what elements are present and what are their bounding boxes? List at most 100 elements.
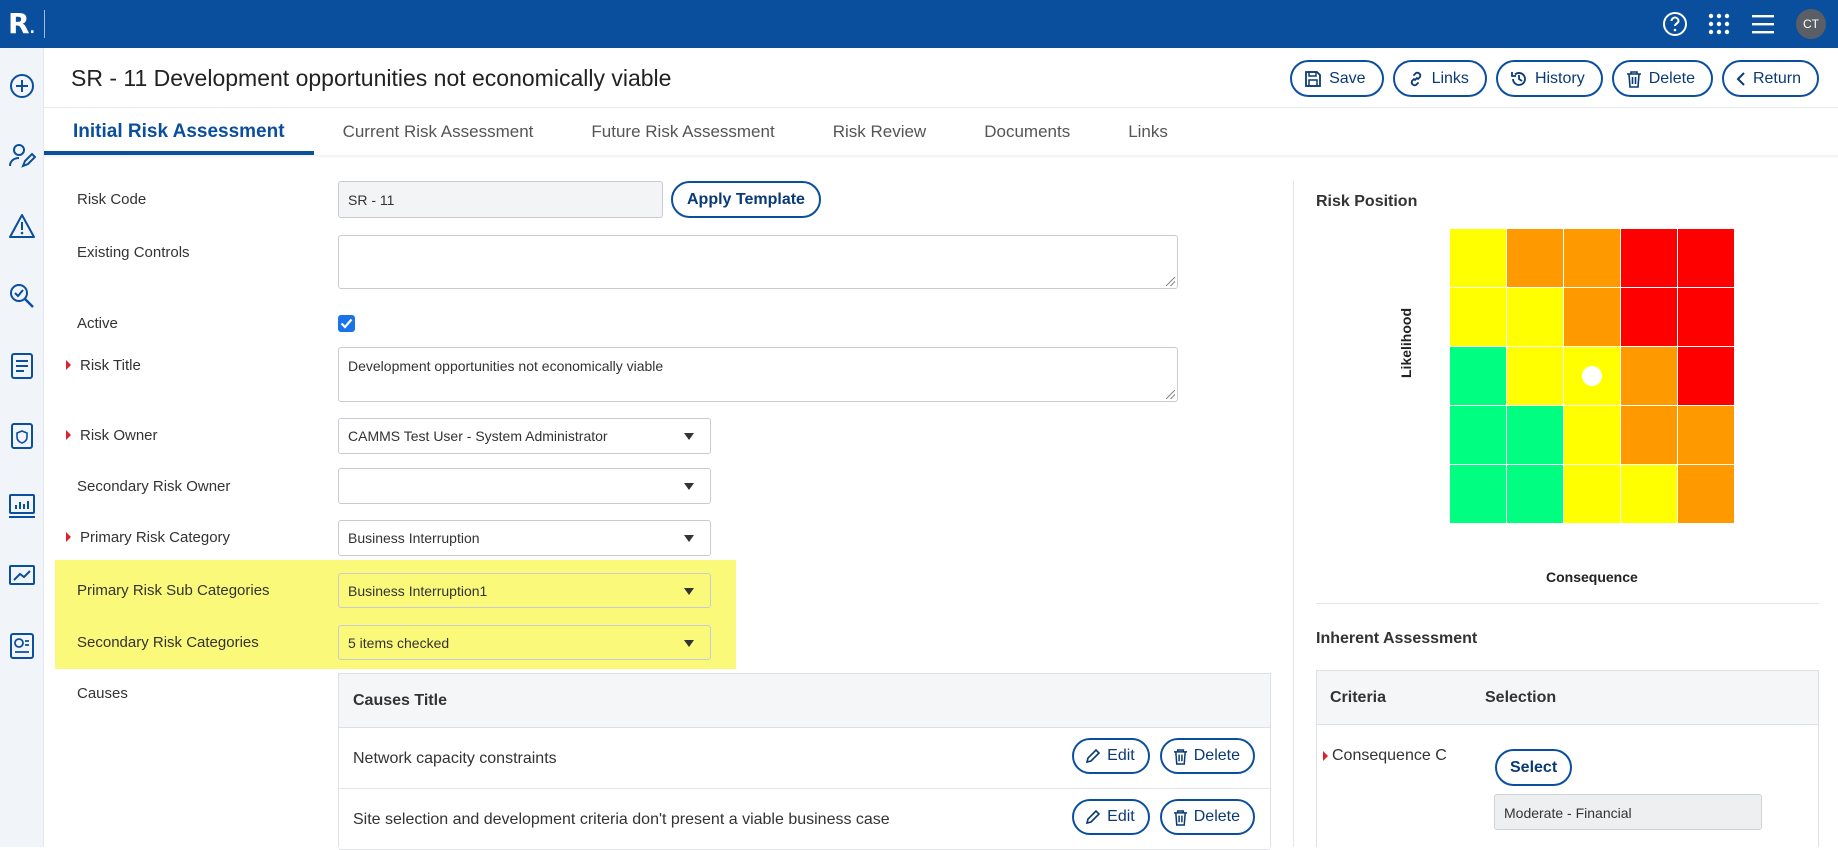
risk-title-textarea[interactable]: Development opportunities not economical…	[338, 347, 1178, 402]
edit-button[interactable]: Edit	[1072, 799, 1150, 835]
table-row: Network capacity constraints Edit Delete	[339, 728, 1270, 789]
primary-risk-category-label: Primary Risk Category	[80, 529, 231, 546]
risk-code-field[interactable]: SR - 11	[338, 181, 663, 218]
return-button[interactable]: Return	[1721, 60, 1819, 97]
causes-table-header: Causes Title	[339, 674, 1270, 728]
delete-button[interactable]: Delete	[1611, 60, 1713, 97]
matrix-cell	[1450, 288, 1506, 346]
save-icon	[1305, 70, 1322, 87]
help-icon[interactable]	[1660, 9, 1690, 39]
primary-risk-sub-categories-label: Primary Risk Sub Categories	[77, 582, 270, 599]
criteria-column-header: Criteria	[1330, 689, 1387, 706]
selected-consequence-value: Moderate - Financial	[1494, 794, 1762, 830]
resize-grip[interactable]	[1166, 390, 1175, 399]
matrix-cell	[1564, 288, 1620, 346]
caret-down-icon	[684, 433, 694, 440]
risk-title-label: Risk Title	[80, 357, 141, 374]
links-button[interactable]: Links	[1392, 60, 1487, 97]
matrix-cell	[1564, 229, 1620, 287]
report-icon[interactable]	[6, 630, 38, 662]
matrix-cell	[1678, 465, 1734, 523]
dashboard-chart-icon[interactable]	[6, 490, 38, 522]
secondary-risk-categories-select[interactable]: 5 items checked	[338, 625, 711, 660]
apps-grid-icon[interactable]	[1704, 9, 1734, 39]
resize-grip[interactable]	[1166, 277, 1175, 286]
caret-down-icon	[684, 639, 694, 647]
left-nav-rail	[0, 48, 44, 847]
tab-current-risk-assessment[interactable]: Current Risk Assessment	[314, 110, 563, 154]
risk-owner-select[interactable]: CAMMS Test User - System Administrator	[338, 418, 711, 454]
tab-documents[interactable]: Documents	[955, 110, 1099, 154]
selection-column-header: Selection	[1485, 689, 1557, 706]
trash-icon	[1173, 748, 1187, 765]
panel-divider	[1293, 181, 1294, 847]
add-circle-icon[interactable]	[6, 70, 38, 102]
tab-future-risk-assessment[interactable]: Future Risk Assessment	[562, 110, 803, 154]
row-delete-button[interactable]: Delete	[1159, 799, 1255, 835]
save-button[interactable]: Save	[1290, 60, 1384, 97]
app-logo[interactable]: R.	[8, 7, 35, 46]
required-marker	[66, 532, 71, 542]
user-edit-icon[interactable]	[6, 140, 38, 172]
consequence-axis-label: Consequence	[1546, 569, 1638, 585]
document-icon[interactable]	[6, 350, 38, 382]
risk-owner-label: Risk Owner	[80, 427, 158, 444]
caret-down-icon	[684, 483, 694, 490]
causes-table: Causes Title Network capacity constraint…	[338, 673, 1271, 850]
search-check-icon[interactable]	[6, 280, 38, 312]
trend-icon[interactable]	[6, 560, 38, 592]
matrix-cell	[1678, 288, 1734, 346]
inherent-assessment-title: Inherent Assessment	[1316, 630, 1478, 647]
chevron-left-icon	[1736, 71, 1745, 86]
page-title: SR - 11 Development opportunities not ec…	[71, 65, 672, 91]
edit-button[interactable]: Edit	[1072, 738, 1150, 774]
history-icon	[1511, 71, 1526, 86]
row-delete-button[interactable]: Delete	[1159, 738, 1255, 774]
risk-position-marker	[1582, 366, 1602, 386]
tab-risk-review[interactable]: Risk Review	[804, 110, 956, 154]
required-marker	[66, 430, 71, 440]
primary-risk-category-select[interactable]: Business Interruption	[338, 520, 711, 556]
matrix-cell	[1621, 229, 1677, 287]
caret-down-icon	[684, 535, 694, 542]
criteria-table-header: Criteria Selection	[1317, 671, 1818, 725]
active-checkbox[interactable]	[338, 315, 355, 332]
existing-controls-textarea[interactable]	[338, 235, 1178, 289]
matrix-cell	[1678, 347, 1734, 405]
matrix-cell	[1621, 406, 1677, 464]
risk-code-label: Risk Code	[77, 191, 147, 208]
user-avatar[interactable]: CT	[1796, 9, 1826, 39]
caret-down-icon	[684, 587, 694, 595]
warning-icon[interactable]	[6, 210, 38, 242]
apply-template-button[interactable]: Apply Template	[671, 181, 821, 218]
matrix-cell	[1507, 465, 1563, 523]
tabs-divider	[44, 107, 1838, 108]
pencil-icon	[1086, 809, 1101, 825]
tabs-shadow	[44, 155, 1838, 159]
secondary-risk-owner-select[interactable]	[338, 468, 711, 504]
secondary-risk-categories-label: Secondary Risk Categories	[77, 634, 259, 651]
matrix-cell	[1564, 406, 1620, 464]
matrix-cell	[1450, 406, 1506, 464]
matrix-cell	[1507, 406, 1563, 464]
primary-risk-sub-categories-select[interactable]: Business Interruption1	[338, 573, 711, 608]
check-icon	[340, 318, 353, 329]
tab-initial-risk-assessment[interactable]: Initial Risk Assessment	[44, 110, 314, 155]
risk-matrix	[1450, 229, 1737, 528]
matrix-cell	[1450, 347, 1506, 405]
matrix-cell	[1450, 229, 1506, 287]
required-marker	[1323, 751, 1328, 761]
shield-document-icon[interactable]	[6, 420, 38, 452]
risk-position-title: Risk Position	[1316, 193, 1418, 210]
likelihood-axis-label: Likelihood	[1398, 308, 1414, 378]
tab-links[interactable]: Links	[1099, 110, 1197, 154]
top-bar: R. CT	[0, 0, 1838, 48]
matrix-cell	[1621, 288, 1677, 346]
matrix-cell	[1507, 229, 1563, 287]
trash-icon	[1626, 70, 1641, 88]
history-button[interactable]: History	[1495, 60, 1603, 97]
logo-divider	[44, 10, 45, 38]
select-button[interactable]: Select	[1495, 749, 1573, 786]
existing-controls-label: Existing Controls	[77, 244, 190, 261]
menu-icon[interactable]	[1748, 9, 1778, 39]
